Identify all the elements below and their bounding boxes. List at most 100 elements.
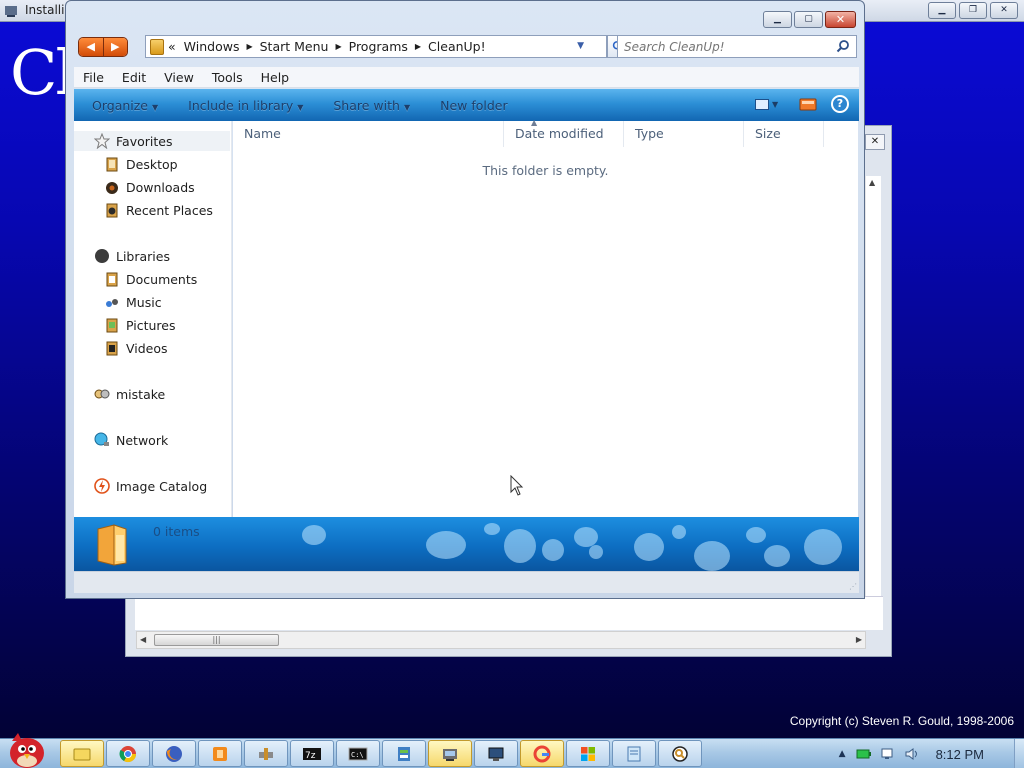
search-input[interactable]: [624, 36, 834, 57]
nav-recent-places[interactable]: Recent Places: [74, 200, 213, 220]
documents-icon: [106, 272, 118, 287]
resize-grip-icon[interactable]: ⋰: [849, 582, 857, 591]
new-folder-button[interactable]: New folder: [422, 98, 520, 113]
nav-pictures[interactable]: Pictures: [74, 315, 176, 335]
dialog-close-button[interactable]: ✕: [865, 134, 885, 150]
chrome-icon: [119, 745, 137, 762]
menu-file[interactable]: File: [74, 70, 113, 85]
downloads-icon: [106, 182, 118, 194]
network-icon: [94, 432, 109, 446]
details-pane: 0 items: [74, 517, 859, 571]
taskbar-google-button[interactable]: [520, 740, 564, 767]
nav-label: Downloads: [126, 179, 195, 195]
scroll-right-arrow-icon[interactable]: ▶: [856, 635, 862, 644]
chevron-down-icon: ▼: [403, 102, 411, 112]
forward-button[interactable]: ▶: [102, 38, 127, 56]
dialog-horizontal-scrollbar[interactable]: ◀ ||| ▶: [136, 631, 866, 649]
breadcrumb-programs[interactable]: Programs: [345, 39, 412, 54]
network-status-icon[interactable]: [880, 747, 896, 761]
nav-libraries[interactable]: Libraries: [74, 246, 170, 266]
preview-pane-icon[interactable]: [799, 97, 817, 111]
chevron-down-icon: ▼: [152, 102, 159, 112]
volume-icon[interactable]: [904, 747, 920, 761]
installer-close-button[interactable]: ✕: [990, 2, 1018, 19]
breadcrumb-arrow-icon[interactable]: ▶: [412, 42, 424, 51]
installer-restore-button[interactable]: ❐: [959, 2, 987, 19]
search-box[interactable]: [617, 35, 857, 58]
nav-image-catalog[interactable]: Image Catalog: [74, 476, 207, 496]
start-button[interactable]: [2, 731, 52, 768]
show-desktop-button[interactable]: [1014, 739, 1024, 768]
mouse-pointer-icon: [510, 475, 524, 496]
column-header-type[interactable]: Type: [624, 121, 744, 147]
breadcrumb-overflow[interactable]: «: [164, 39, 180, 54]
menu-edit[interactable]: Edit: [113, 70, 155, 85]
taskbar-installer-button[interactable]: [428, 740, 472, 767]
column-header-date-modified[interactable]: Date modified: [504, 121, 624, 147]
breadcrumb-windows[interactable]: Windows: [180, 39, 244, 54]
taskbar-notepad-button[interactable]: [612, 740, 656, 767]
taskbar-search-button[interactable]: [658, 740, 702, 767]
nav-label: Pictures: [126, 317, 176, 333]
command-bar: Organize ▼ Include in library ▼ Share with…: [74, 89, 859, 121]
taskbar-monitor-button[interactable]: [474, 740, 518, 767]
dialog-vertical-scrollbar[interactable]: ▲ ▼: [865, 176, 881, 626]
scroll-left-arrow-icon[interactable]: ◀: [140, 635, 146, 644]
column-header-size[interactable]: Size: [744, 121, 824, 147]
recent-places-icon: [106, 203, 118, 218]
include-in-library-button[interactable]: Include in library ▼: [170, 98, 315, 113]
close-button[interactable]: ✕: [825, 11, 856, 28]
maximize-button[interactable]: ▢: [794, 11, 823, 28]
nav-downloads[interactable]: Downloads: [74, 177, 195, 197]
taskbar-app-green-button[interactable]: [382, 740, 426, 767]
nav-homegroup[interactable]: mistake: [74, 384, 165, 404]
breadcrumb-start-menu[interactable]: Start Menu: [256, 39, 333, 54]
organize-button[interactable]: Organize ▼: [74, 98, 170, 113]
nav-videos[interactable]: Videos: [74, 338, 168, 358]
app-icon: [398, 746, 410, 761]
battery-icon[interactable]: [856, 747, 872, 761]
nav-documents[interactable]: Documents: [74, 269, 197, 289]
taskbar-tools-button[interactable]: [244, 740, 288, 767]
change-view-button[interactable]: ▼: [755, 95, 785, 113]
taskbar-7zip-button[interactable]: 7z: [290, 740, 334, 767]
nav-label: Videos: [126, 340, 168, 356]
menu-view[interactable]: View: [155, 70, 203, 85]
file-list[interactable]: ▲ Name Date modified Type Size This fold…: [233, 118, 858, 517]
nav-music[interactable]: Music: [74, 292, 162, 312]
scrollbar-thumb[interactable]: |||: [154, 634, 279, 646]
taskbar-app-orange-button[interactable]: [198, 740, 242, 767]
taskbar-cmd-button[interactable]: C:\: [336, 740, 380, 767]
image-catalog-icon: [94, 478, 110, 494]
show-hidden-icons-icon[interactable]: ▲: [839, 749, 846, 759]
taskbar-chrome-button[interactable]: [106, 740, 150, 767]
installer-minimize-button[interactable]: ▁: [928, 2, 956, 19]
taskbar-firefox-button[interactable]: [152, 740, 196, 767]
nav-label: Music: [126, 294, 162, 310]
taskbar-windows-button[interactable]: [566, 740, 610, 767]
nav-label: mistake: [116, 386, 166, 402]
help-icon[interactable]: ?: [831, 95, 849, 113]
address-bar[interactable]: « Windows ▶ Start Menu ▶ Programs ▶ Clea…: [145, 35, 607, 58]
share-with-button[interactable]: Share with ▼: [315, 98, 422, 113]
folder-icon: [150, 38, 164, 55]
scroll-up-arrow-icon[interactable]: ▲: [869, 178, 875, 187]
menu-tools[interactable]: Tools: [203, 70, 252, 85]
minimize-button[interactable]: ▁: [763, 11, 792, 28]
nav-desktop[interactable]: Desktop: [74, 154, 178, 174]
svg-text:C:\: C:\: [351, 751, 364, 759]
menu-bar: File Edit View Tools Help: [74, 67, 859, 88]
address-dropdown-icon[interactable]: ▼: [577, 41, 584, 51]
clock[interactable]: 8:12 PM: [936, 747, 984, 762]
taskbar-explorer-button[interactable]: [60, 740, 104, 767]
breadcrumb-cleanup[interactable]: CleanUp!: [424, 39, 490, 54]
column-header-name[interactable]: Name: [233, 121, 504, 147]
nav-network[interactable]: Network: [74, 430, 168, 450]
breadcrumb-arrow-icon[interactable]: ▶: [332, 42, 344, 51]
breadcrumb-arrow-icon[interactable]: ▶: [243, 42, 255, 51]
menu-help[interactable]: Help: [252, 70, 299, 85]
command-prompt-icon: C:\: [348, 747, 368, 760]
search-icon[interactable]: [836, 39, 850, 53]
back-button[interactable]: ◀: [79, 38, 103, 56]
nav-favorites[interactable]: Favorites: [74, 131, 230, 151]
